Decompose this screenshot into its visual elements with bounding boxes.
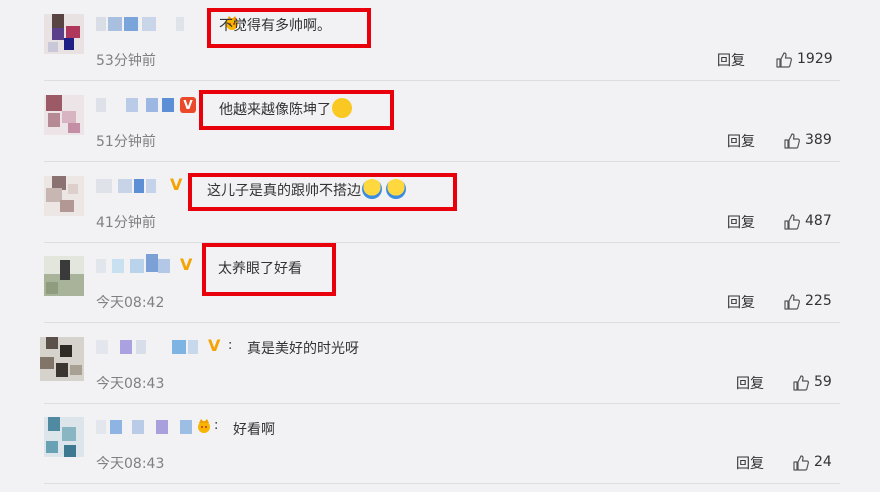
comment-text: 不觉得有多帅啊。 (219, 18, 331, 34)
timestamp: 41分钟前 (96, 215, 156, 231)
avatar[interactable] (40, 337, 84, 381)
avatar[interactable] (44, 95, 84, 135)
timestamp: 今天08:42 (96, 295, 165, 311)
thumbs-up-icon (784, 294, 800, 310)
vip-badge-icon: V (170, 175, 183, 194)
colon: : (228, 338, 233, 353)
avatar[interactable] (44, 417, 84, 457)
emoji-icon (362, 179, 382, 199)
username-masked[interactable]: V : (96, 337, 256, 357)
timestamp: 53分钟前 (96, 53, 156, 69)
avatar[interactable] (44, 256, 84, 296)
thumbs-up-icon (776, 52, 792, 68)
comment-text: 这儿子是真的跟帅不搭边 (207, 179, 406, 201)
reply-button[interactable]: 回复 (736, 373, 764, 393)
thumbs-up-icon (793, 455, 809, 471)
like-button[interactable]: 1929 (775, 50, 835, 70)
like-count: 389 (805, 132, 832, 148)
vip-badge-icon: V (180, 255, 193, 274)
like-button[interactable]: 225 (783, 292, 835, 312)
comment-text: 好看啊 (233, 422, 275, 438)
crown-icon (196, 418, 212, 434)
comment-list: : 不觉得有多帅啊。 53分钟前 回复 1929 V 他越来越像陈坤了 51分钟… (40, 0, 840, 492)
like-count: 24 (814, 454, 832, 470)
comment-item: : 不觉得有多帅啊。 53分钟前 回复 1929 (44, 0, 840, 81)
like-button[interactable]: 59 (792, 373, 836, 393)
vip-badge-icon: V (208, 336, 221, 355)
like-count: 1929 (797, 51, 833, 67)
comment-item: V : 真是美好的时光呀 今天08:43 回复 59 (40, 323, 840, 404)
thumbs-up-icon (784, 133, 800, 149)
timestamp: 今天08:43 (96, 376, 165, 392)
like-count: 59 (814, 374, 832, 390)
colon: : (214, 418, 219, 433)
reply-button[interactable]: 回复 (727, 292, 755, 312)
thumbs-up-icon (793, 375, 809, 391)
timestamp: 51分钟前 (96, 134, 156, 150)
reply-button[interactable]: 回复 (727, 212, 755, 232)
comment-text: 真是美好的时光呀 (247, 341, 359, 357)
emoji-icon (332, 98, 352, 118)
emoji-icon (386, 179, 406, 199)
like-count: 225 (805, 293, 832, 309)
comment-item: V 太养眼了好看 今天08:42 回复 225 (44, 242, 840, 323)
reply-button[interactable]: 回复 (727, 131, 755, 151)
comment-text: 太养眼了好看 (218, 261, 302, 277)
comment-item: V 他越来越像陈坤了 51分钟前 回复 389 (44, 81, 840, 162)
reply-button[interactable]: 回复 (736, 453, 764, 473)
comment-item: V 这儿子是真的跟帅不搭边 41分钟前 回复 487 (44, 162, 840, 243)
like-button[interactable]: 487 (783, 212, 835, 232)
avatar[interactable] (44, 14, 84, 54)
reply-button[interactable]: 回复 (717, 50, 745, 70)
like-button[interactable]: 389 (783, 131, 835, 151)
timestamp: 今天08:43 (96, 456, 165, 472)
vip-badge-icon: V (180, 97, 196, 113)
avatar[interactable] (44, 176, 84, 216)
comment-item: : 好看啊 今天08:43 回复 24 (44, 403, 840, 484)
like-count: 487 (805, 213, 832, 229)
comment-text: 他越来越像陈坤了 (219, 98, 352, 120)
thumbs-up-icon (784, 214, 800, 230)
username-masked[interactable]: : (96, 417, 246, 437)
like-button[interactable]: 24 (792, 453, 836, 473)
